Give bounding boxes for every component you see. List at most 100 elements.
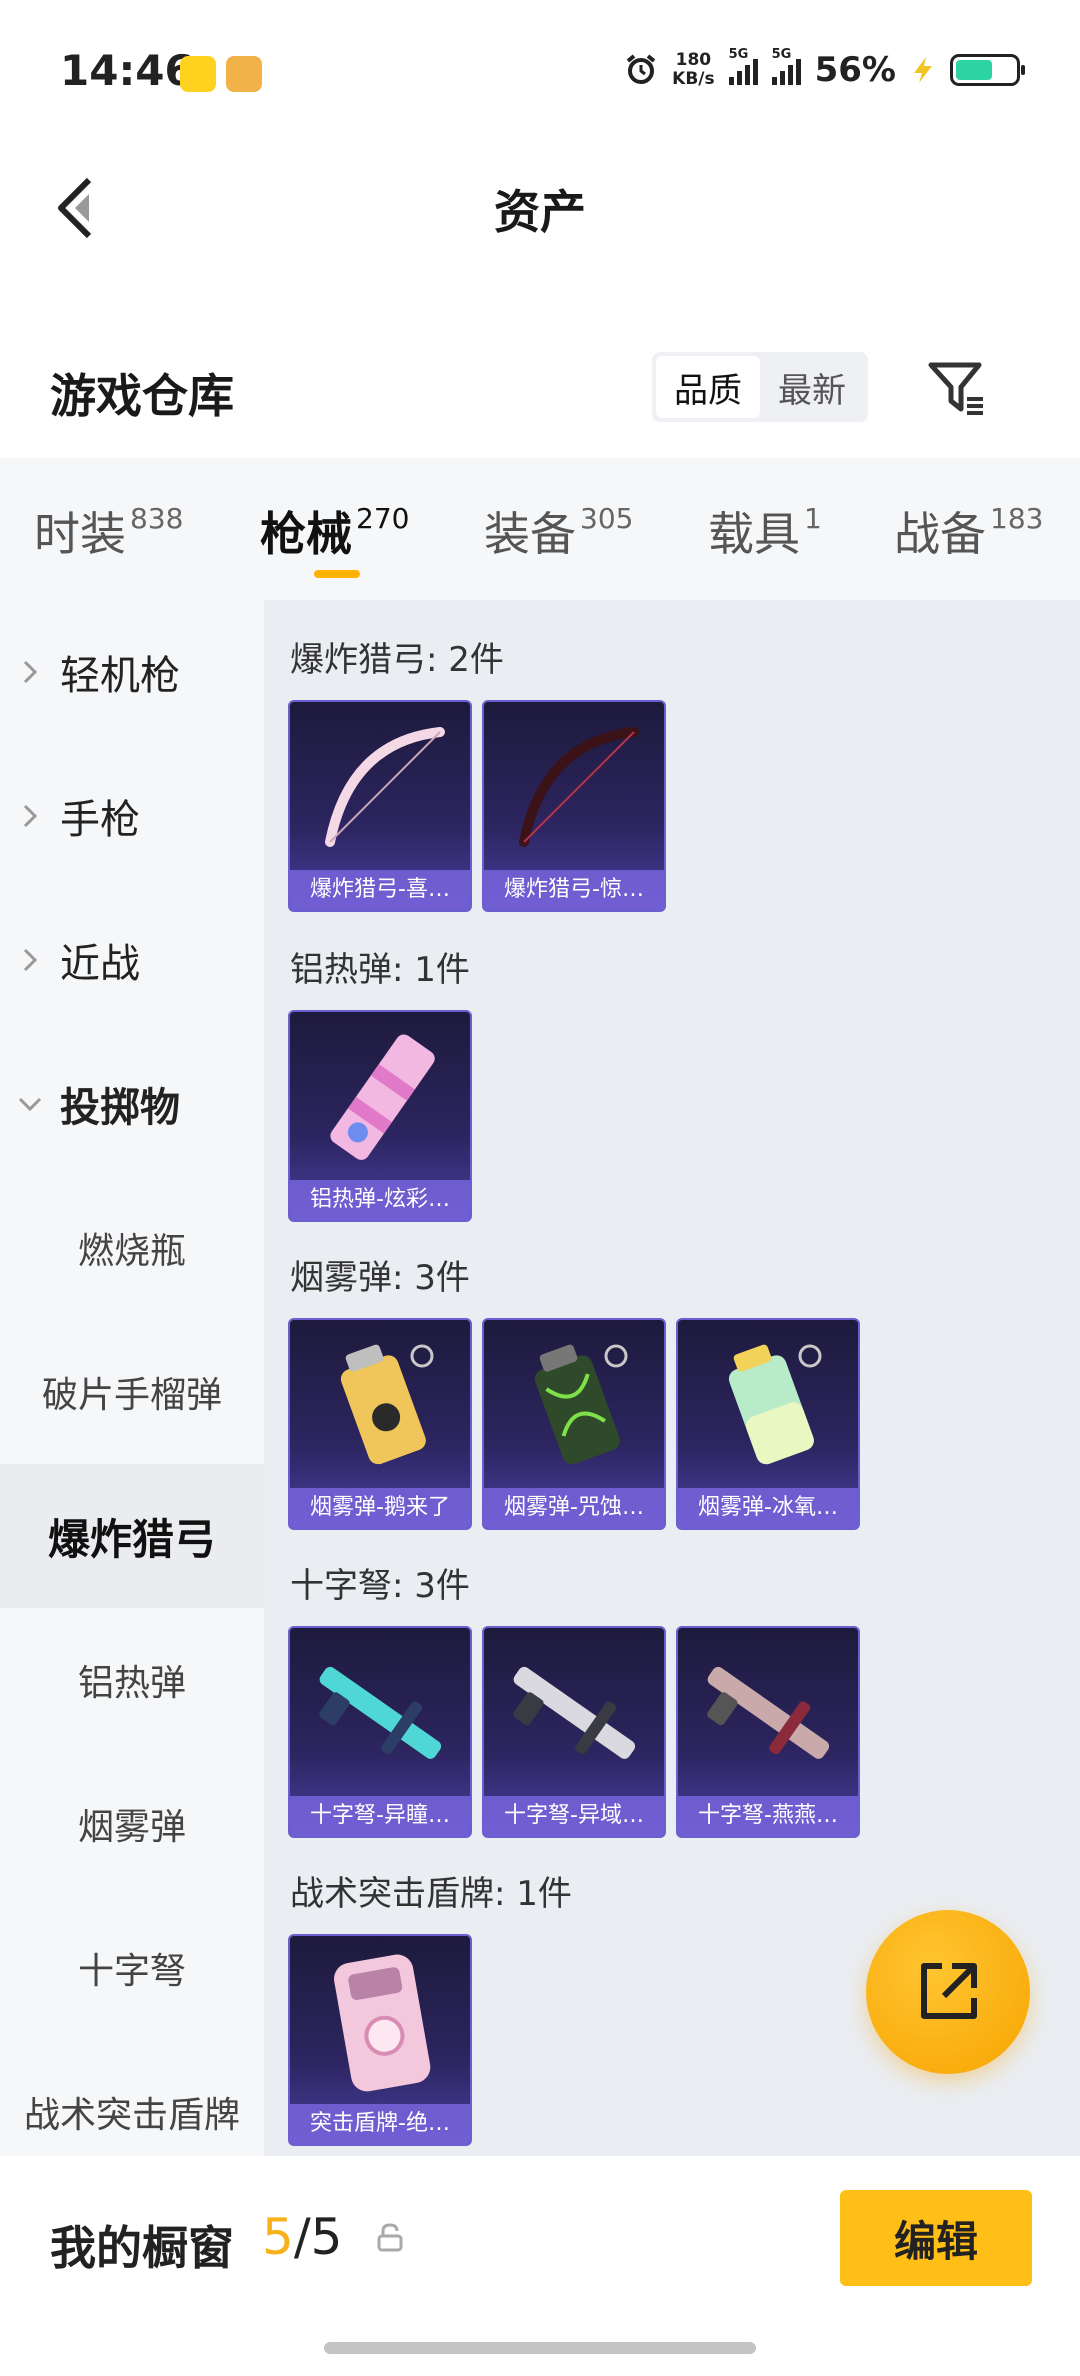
sort-option-latest[interactable]: 最新 <box>760 356 864 418</box>
sidebar-item-label: 投掷物 <box>60 1085 180 1131</box>
sidebar-item-label: 爆炸猎弓 <box>47 1514 216 1564</box>
subcategory-sidebar: 轻机枪 手枪 近战 投掷物 燃烧瓶 破片手榴弹 爆炸猎弓 铝热弹 烟雾弹 十字弩… <box>0 600 264 2156</box>
smoke-grenade-icon <box>340 1344 434 1465</box>
edit-button[interactable]: 编辑 <box>840 2190 1032 2286</box>
category-tabs: 时装 838 枪械 270 装备 305 载具 1 战备 183 <box>0 458 1080 606</box>
signal-icon: 5G <box>728 47 758 85</box>
sidebar-item-label: 烟雾弹 <box>77 1807 186 1848</box>
charging-icon <box>914 57 932 83</box>
sidebar-item-lmg[interactable]: 轻机枪 <box>0 600 264 744</box>
status-time: 14:46 <box>60 46 194 95</box>
app-notification-icon <box>180 56 216 92</box>
chevron-right-icon <box>0 947 60 973</box>
bow-icon <box>325 727 445 847</box>
sidebar-item-label: 近战 <box>60 941 140 987</box>
lock-icon <box>377 2223 403 2252</box>
chevron-right-icon <box>0 659 60 685</box>
group-title: 铝热弹: 1件 <box>290 950 470 990</box>
showcase-count: 5/5 <box>262 2208 342 2266</box>
net-speed-unit: KB/s <box>672 69 715 89</box>
tab-count: 270 <box>356 502 410 535</box>
battery-percent: 56% <box>814 50 896 90</box>
warehouse-title: 游戏仓库 <box>50 369 234 423</box>
item-card[interactable]: 烟雾弹-咒蚀… <box>482 1318 666 1530</box>
item-card[interactable]: 十字弩-异瞳… <box>288 1626 472 1838</box>
item-caption: 十字弩-燕燕… <box>678 1796 858 1836</box>
tab-label: 装备 <box>484 507 576 561</box>
item-caption: 爆炸猎弓-惊… <box>484 870 664 910</box>
net-speed-value: 180 <box>675 50 712 70</box>
sidebar-item-label: 铝热弹 <box>77 1663 186 1704</box>
net-speed: 180 KB/s <box>672 51 714 89</box>
item-card[interactable]: 铝热弹-炫彩… <box>288 1010 472 1222</box>
sidebar-item-label: 十字弩 <box>77 1951 186 1992</box>
tab-firearms[interactable]: 枪械 270 <box>260 498 409 564</box>
shield-icon <box>334 1954 431 2092</box>
group-title: 爆炸猎弓: 2件 <box>290 640 504 680</box>
nav-header: 资产 <box>0 140 1080 270</box>
sidebar-item-label: 燃烧瓶 <box>77 1231 186 1272</box>
item-card[interactable]: 爆炸猎弓-惊… <box>482 700 666 912</box>
showcase-current: 5 <box>262 2208 294 2266</box>
page-title: 资产 <box>494 185 586 239</box>
home-indicator[interactable] <box>324 2342 756 2354</box>
sidebar-item-label: 破片手榴弹 <box>41 1375 222 1416</box>
item-card[interactable]: 烟雾弹-鹅来了 <box>288 1318 472 1530</box>
crossbow-icon <box>513 1666 636 1759</box>
tab-label: 枪械 <box>260 507 352 561</box>
share-icon <box>921 1963 977 2019</box>
smoke-grenade-icon <box>728 1344 822 1465</box>
share-button[interactable] <box>866 1910 1030 2074</box>
group-title: 战术突击盾牌: 1件 <box>290 1874 572 1914</box>
crossbow-icon <box>319 1666 442 1759</box>
sidebar-item-thermite[interactable]: 铝热弹 <box>0 1608 264 1752</box>
group-title: 烟雾弹: 3件 <box>290 1258 470 1298</box>
chevron-down-icon <box>0 1095 60 1113</box>
chevron-right-icon <box>0 803 60 829</box>
tab-count: 838 <box>130 502 184 535</box>
active-tab-indicator <box>314 570 360 578</box>
item-caption: 爆炸猎弓-喜… <box>290 870 470 910</box>
tab-fashion[interactable]: 时装 838 <box>34 498 183 564</box>
item-card[interactable]: 十字弩-异域… <box>482 1626 666 1838</box>
sidebar-item-explosive-bow[interactable]: 爆炸猎弓 <box>0 1464 264 1608</box>
sort-toggle: 品质 最新 <box>652 352 868 422</box>
signal-tag: 5G <box>771 47 792 62</box>
tab-vehicles[interactable]: 载具 1 <box>708 498 822 564</box>
sidebar-item-pistol[interactable]: 手枪 <box>0 744 264 888</box>
sidebar-item-melee[interactable]: 近战 <box>0 888 264 1032</box>
sidebar-item-molotov[interactable]: 燃烧瓶 <box>0 1176 264 1320</box>
sidebar-item-throwables[interactable]: 投掷物 <box>0 1032 264 1176</box>
showcase-total: 5 <box>310 2208 343 2266</box>
showcase-separator: / <box>293 2208 311 2266</box>
item-card[interactable]: 爆炸猎弓-喜… <box>288 700 472 912</box>
bow-icon <box>519 727 639 847</box>
item-card[interactable]: 突击盾牌-绝… <box>288 1934 472 2146</box>
sort-option-quality[interactable]: 品质 <box>656 356 760 418</box>
sidebar-item-crossbow[interactable]: 十字弩 <box>0 1896 264 2040</box>
tab-count: 183 <box>990 502 1044 535</box>
sidebar-item-label: 战术突击盾牌 <box>23 2095 240 2136</box>
status-bar: 14:46 180 KB/s 5G 5G 56% <box>0 0 1080 140</box>
item-caption: 十字弩-异域… <box>484 1796 664 1836</box>
item-caption: 突击盾牌-绝… <box>290 2104 470 2144</box>
tab-label: 时装 <box>34 507 126 561</box>
app-notification-icon <box>226 56 262 92</box>
item-card[interactable]: 烟雾弹-冰氧… <box>676 1318 860 1530</box>
item-caption: 烟雾弹-鹅来了 <box>290 1488 470 1528</box>
item-card[interactable]: 十字弩-燕燕… <box>676 1626 860 1838</box>
battery-icon <box>950 54 1025 86</box>
tab-supplies[interactable]: 战备 183 <box>894 498 1043 564</box>
showcase-label: 我的橱窗 <box>50 2221 234 2275</box>
item-caption: 烟雾弹-咒蚀… <box>484 1488 664 1528</box>
tab-count: 1 <box>804 502 822 535</box>
signal-icon: 5G <box>771 47 801 85</box>
sidebar-item-frag-grenade[interactable]: 破片手榴弹 <box>0 1320 264 1464</box>
sidebar-item-label: 手枪 <box>60 797 140 843</box>
warehouse-header: 游戏仓库 品质 最新 <box>0 330 1080 450</box>
filter-button[interactable] <box>922 354 992 424</box>
tab-equipment[interactable]: 装备 305 <box>484 498 633 564</box>
sidebar-item-smoke[interactable]: 烟雾弹 <box>0 1752 264 1896</box>
item-caption: 十字弩-异瞳… <box>290 1796 470 1836</box>
showcase-bar: 我的橱窗 5/5 编辑 <box>0 2156 1080 2376</box>
